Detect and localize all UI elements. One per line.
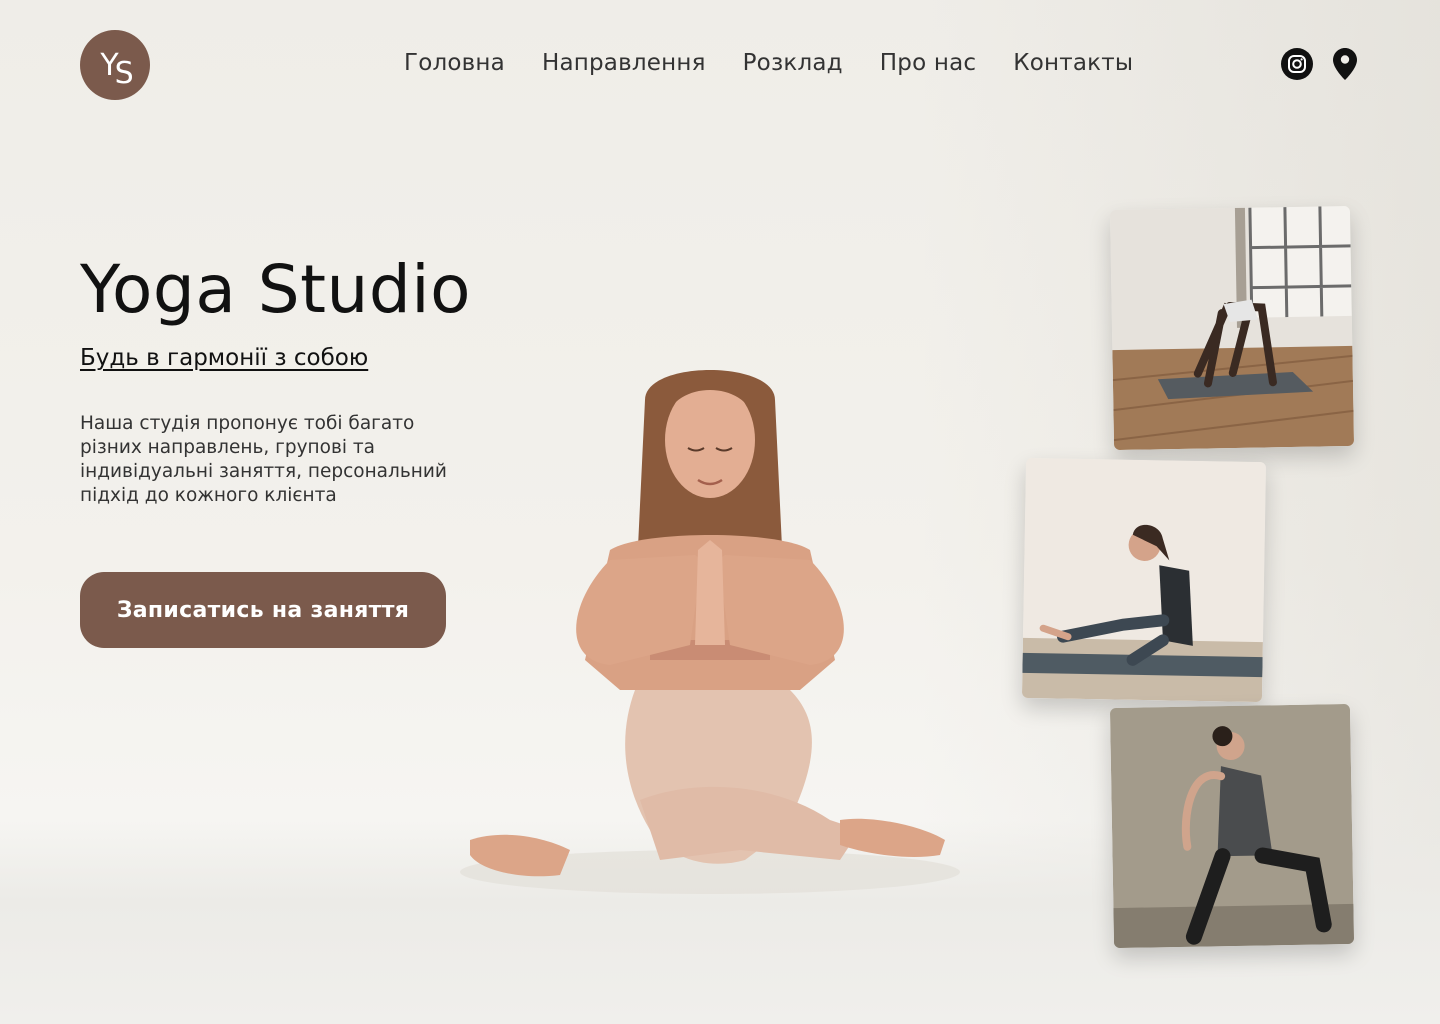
nav-link-home[interactable]: Головна — [404, 50, 505, 76]
logo[interactable]: YS — [80, 30, 150, 100]
hero-model-image — [460, 370, 960, 894]
nav-link-contacts[interactable]: Контакты — [1013, 50, 1133, 76]
hero-subtitle-link[interactable]: Будь в гармонії з собою — [80, 345, 368, 371]
logo-letter-s: S — [114, 55, 134, 91]
photo-image-3 — [1109, 703, 1355, 949]
nav-link-about[interactable]: Про нас — [880, 50, 976, 76]
page-title: Yoga Studio — [80, 251, 471, 328]
photo-card-yoga-pose-3 — [1109, 703, 1355, 949]
nav-link-directions[interactable]: Направлення — [542, 50, 706, 76]
photo-image-2 — [1021, 457, 1267, 703]
photo-card-yoga-pose-2 — [1021, 457, 1267, 703]
instagram-icon[interactable] — [1281, 48, 1313, 80]
signup-button[interactable]: Записатись на заняття — [80, 572, 446, 648]
location-pin-icon[interactable] — [1333, 48, 1357, 80]
main-nav: Головна Направлення Розклад Про нас Конт… — [404, 50, 1133, 76]
photo-image-1 — [1109, 205, 1355, 451]
hero-description: Наша студія пропонує тобі багато різних … — [80, 413, 447, 506]
header-icons — [1281, 48, 1357, 80]
photo-card-yoga-pose-1 — [1109, 205, 1355, 451]
nav-link-schedule[interactable]: Розклад — [743, 50, 843, 76]
logo-letter-y: Y — [100, 47, 118, 83]
